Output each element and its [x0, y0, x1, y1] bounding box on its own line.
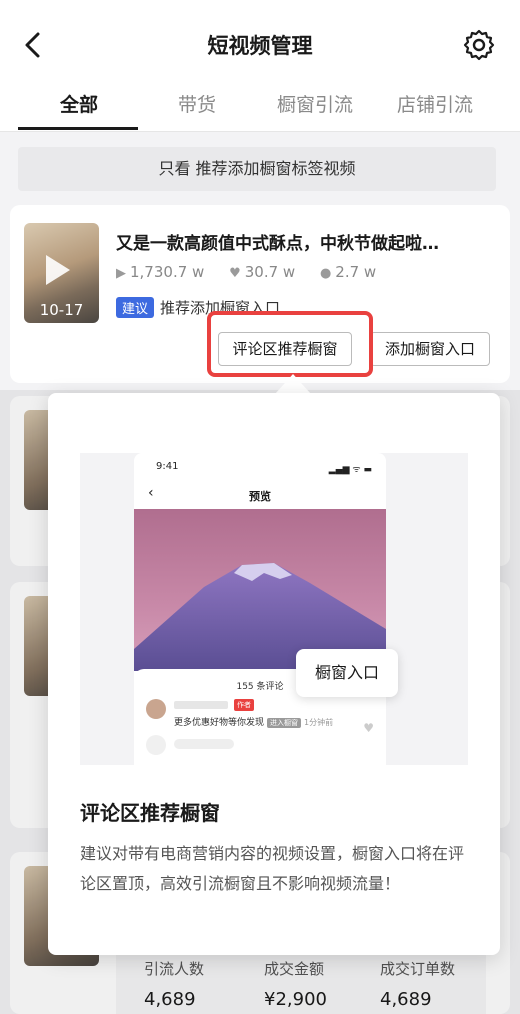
preview-heart-icon: ♥ — [363, 721, 374, 735]
like-count: 30.7 w — [244, 263, 296, 281]
like-icon: ♥ — [229, 266, 241, 281]
preview-comment-text: 更多优惠好物等你发现 进入橱窗 1分钟前 — [174, 718, 334, 728]
video-stats: ▶ 1,730.7 w ♥ 30.7 w ● 2.7 w — [116, 263, 396, 281]
window-entry-callout: 橱窗入口 — [296, 649, 398, 697]
add-window-entry-button[interactable]: 添加橱窗入口 — [370, 332, 490, 366]
preview-area: 9:41 ▂▄▆ ᯤ ▬ ‹ 预览 155 条评论 作者 更多优惠好物等你发现 … — [80, 453, 468, 765]
tab-window-traffic[interactable]: 橱窗引流 — [256, 90, 374, 117]
header-bar: 短视频管理 — [0, 0, 520, 90]
tab-all[interactable]: 全部 — [20, 90, 138, 117]
tab-goods[interactable]: 带货 — [138, 90, 256, 117]
preview-entry-tag: 进入橱窗 — [267, 718, 302, 728]
comment-count: 2.7 w — [335, 263, 377, 281]
mountain-photo — [134, 509, 386, 671]
video-title[interactable]: 又是一款高颜值中式酥点，中秋节做起啦… — [116, 229, 496, 254]
video-date: 10-17 — [39, 301, 84, 319]
comment-icon: ● — [319, 266, 332, 281]
popup-arrow — [275, 374, 311, 394]
preview-username-blur — [174, 701, 228, 709]
tooltip-popup: 9:41 ▂▄▆ ᯤ ▬ ‹ 预览 155 条评论 作者 更多优惠好物等你发现 … — [48, 393, 500, 955]
preview-time-ago: 1分钟前 — [304, 718, 334, 727]
preview-avatar-2 — [146, 735, 166, 755]
phone-mockup: 9:41 ▂▄▆ ᯤ ▬ ‹ 预览 155 条评论 作者 更多优惠好物等你发现 … — [134, 453, 386, 765]
gear-icon[interactable] — [462, 28, 496, 62]
status-time: 9:41 — [156, 461, 179, 472]
highlight-box — [207, 311, 373, 377]
video-card: 10-17 又是一款高颜值中式酥点，中秋节做起啦… ▶ 1,730.7 w ♥ 30… — [10, 205, 510, 383]
play-count-icon: ▶ — [116, 266, 126, 281]
filter-button[interactable]: 只看 推荐添加橱窗标签视频 — [18, 147, 496, 191]
tab-active-indicator — [18, 127, 138, 130]
tab-store-traffic[interactable]: 店铺引流 — [376, 90, 494, 117]
popup-title: 评论区推荐橱窗 — [80, 801, 220, 825]
preview-author-tag: 作者 — [234, 699, 254, 711]
tab-bar: 全部 带货 橱窗引流 店铺引流 — [0, 82, 520, 132]
play-count: 1,730.7 w — [130, 263, 205, 281]
video-thumbnail[interactable]: 10-17 — [24, 223, 99, 323]
preview-title: 预览 — [249, 490, 271, 503]
play-icon — [46, 255, 70, 285]
suggest-badge: 建议 — [116, 297, 155, 318]
signal-icon: ▂▄▆ ᯤ ▬ — [328, 465, 372, 475]
preview-avatar — [146, 699, 166, 719]
page-title: 短视频管理 — [207, 34, 313, 58]
preview-blur-2 — [174, 739, 234, 749]
popup-description: 建议对带有电商营销内容的视频设置，橱窗入口将在评论区置顶，高效引流橱窗且不影响视… — [80, 844, 465, 893]
